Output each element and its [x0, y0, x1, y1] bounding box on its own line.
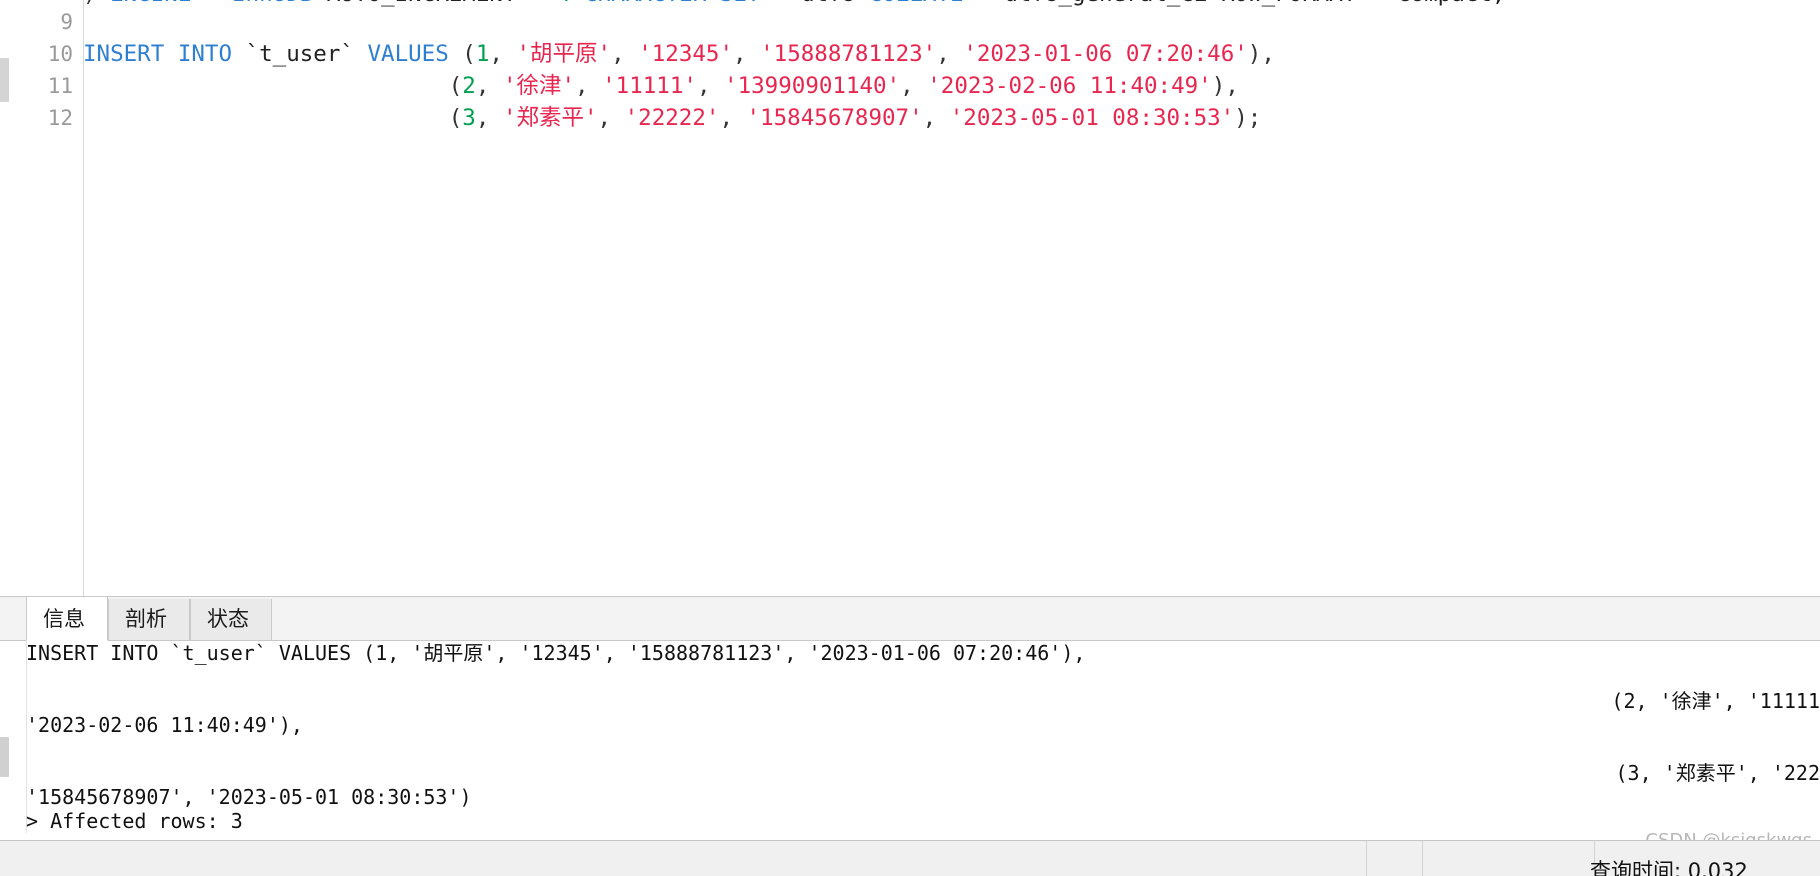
code-line-12[interactable]: (3, '郑素平', '22222', '15845678907', '2023…	[83, 102, 1262, 134]
code-token: ,	[489, 41, 517, 67]
sql-editor[interactable]: 9 10 11 12 ) ENGINE = InnoDB AUTO_INCREM…	[0, 0, 1820, 596]
code-token: ,	[475, 73, 503, 99]
code-token: ,	[611, 41, 639, 67]
line-number: 11	[47, 74, 73, 98]
status-bar: 查询时间: 0.032	[0, 840, 1820, 876]
code-token: 3	[462, 105, 476, 131]
status-cell-2	[1367, 841, 1423, 876]
code-token: ,	[900, 73, 928, 99]
line-number: 9	[60, 10, 73, 34]
code-token: 2	[462, 73, 476, 99]
line-number: 12	[47, 106, 73, 130]
tab-info[interactable]: 信息	[26, 597, 108, 641]
code-token: InnoDB	[232, 0, 313, 7]
output-left-rail	[0, 641, 27, 833]
code-token: '13990901140'	[724, 73, 901, 99]
code-token: ,	[936, 41, 964, 67]
code-token: '郑素平'	[502, 105, 598, 131]
code-token: INSERT	[83, 41, 165, 67]
code-token: ,	[719, 105, 747, 131]
code-token: ,	[922, 105, 950, 131]
status-query-time: 查询时间: 0.032	[1590, 859, 1748, 876]
tab-status[interactable]: 状态	[190, 599, 272, 640]
code-token: ,	[696, 73, 725, 99]
code-token: AUTO_INCREMENT =	[313, 0, 557, 7]
output-affected-rows: > Affected rows: 3	[26, 809, 243, 833]
code-area[interactable]: ) ENGINE = InnoDB AUTO_INCREMENT = 4 CHA…	[83, 0, 1820, 596]
status-cell-3	[1423, 841, 1595, 876]
output-line: '15845678907', '2023-05-01 08:30:53')	[26, 785, 472, 809]
code-token: CHARACTER SET	[571, 0, 760, 7]
code-token: INTO	[177, 41, 233, 67]
code-token: ENGINE	[110, 0, 191, 7]
result-tabbar: 信息 剖析 状态	[0, 597, 1820, 641]
result-panel: 信息 剖析 状态 INSERT INTO `t_user` VALUES (1,…	[0, 596, 1820, 876]
code-token: COLLATE	[855, 0, 964, 7]
code-token: =	[760, 0, 801, 7]
code-token: ),	[1247, 41, 1275, 67]
code-token: VALUES	[367, 41, 449, 67]
line-number: 10	[47, 42, 73, 66]
sql-client-window: 9 10 11 12 ) ENGINE = InnoDB AUTO_INCREM…	[0, 0, 1820, 876]
code-token: utf8	[801, 0, 855, 7]
code-token: '2023-02-06 11:40:49'	[927, 73, 1212, 99]
code-line-11[interactable]: (2, '徐津', '11111', '13990901140', '2023-…	[83, 70, 1239, 102]
code-token: ,	[597, 105, 625, 131]
code-line-8[interactable]: ) ENGINE = InnoDB AUTO_INCREMENT = 4 CHA…	[83, 0, 1505, 10]
code-token: '12345'	[638, 41, 734, 67]
code-token: `t_user`	[245, 41, 354, 67]
code-token: (	[448, 41, 476, 67]
code-token: (	[83, 105, 463, 131]
code-token: utf8_general_ci ROW_FORMAT = Compact;	[1004, 0, 1505, 7]
code-token: (	[83, 73, 463, 99]
code-token: );	[1234, 105, 1262, 131]
code-token: )	[83, 0, 97, 7]
code-token: '11111'	[602, 73, 697, 99]
code-token: ,	[475, 105, 503, 131]
code-token: '15888781123'	[760, 41, 937, 67]
code-token: ,	[575, 73, 603, 99]
status-cell-1	[0, 841, 1367, 876]
code-token: '2023-01-06 07:20:46'	[963, 41, 1248, 67]
fold-marker[interactable]	[0, 58, 9, 102]
output-line: (2, '徐津', '11111	[1611, 689, 1820, 713]
code-token: '2023-05-01 08:30:53'	[949, 105, 1235, 131]
output-line: INSERT INTO `t_user` VALUES (1, '胡平原', '…	[26, 641, 1086, 665]
code-token: '15845678907'	[746, 105, 923, 131]
code-line-10[interactable]: INSERT INTO `t_user` VALUES (1, '胡平原', '…	[83, 38, 1275, 70]
code-token: =	[964, 0, 1005, 7]
output-line: (3, '郑素平', '222	[1615, 761, 1820, 785]
code-token: '胡平原'	[516, 41, 612, 67]
message-output[interactable]: INSERT INTO `t_user` VALUES (1, '胡平原', '…	[0, 641, 1820, 833]
code-token: 4	[557, 0, 571, 7]
code-token: 1	[475, 41, 490, 67]
output-scroll-thumb[interactable]	[0, 737, 9, 777]
code-token: '徐津'	[502, 73, 576, 99]
code-token: ,	[733, 41, 761, 67]
code-token: '22222'	[624, 105, 720, 131]
code-token: =	[191, 0, 232, 7]
tab-profile[interactable]: 剖析	[108, 599, 190, 640]
code-token: ),	[1211, 73, 1239, 99]
editor-gutter: 9 10 11 12	[0, 0, 84, 596]
output-line: '2023-02-06 11:40:49'),	[26, 713, 303, 737]
